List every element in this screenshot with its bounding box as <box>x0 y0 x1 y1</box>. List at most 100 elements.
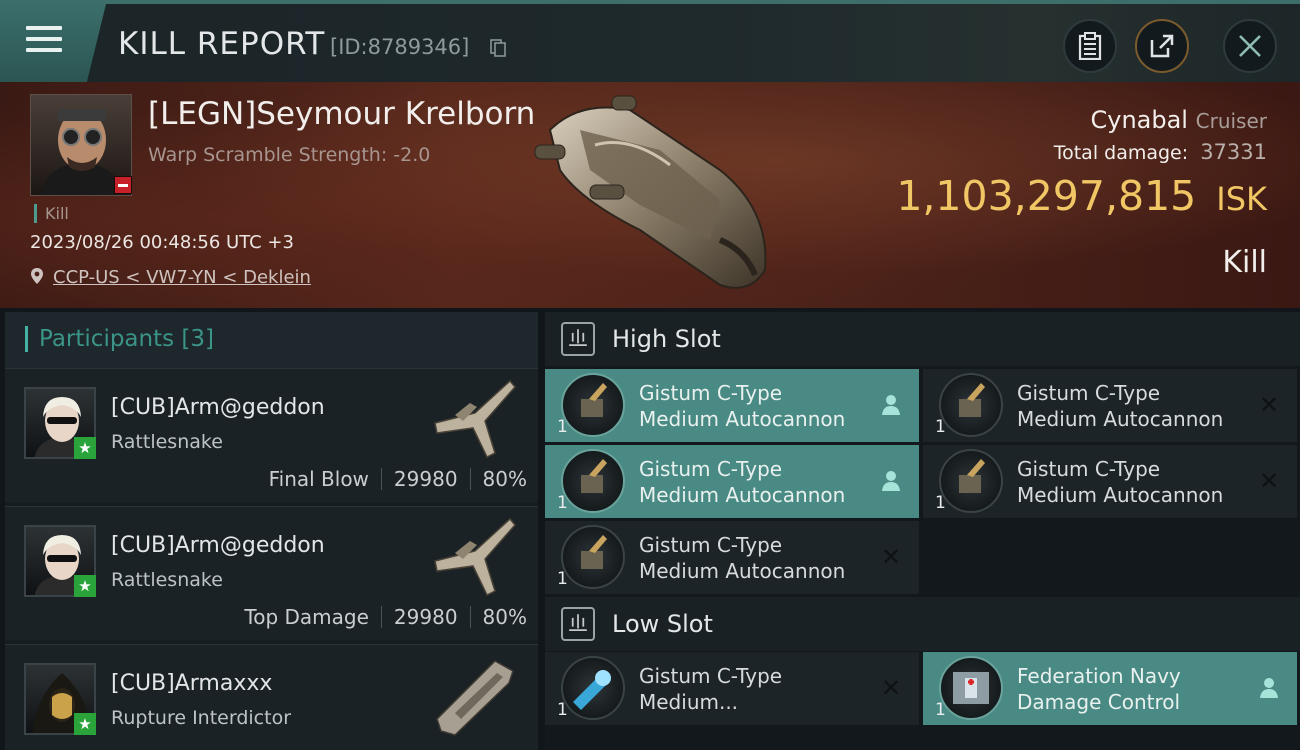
damage-control-icon <box>939 656 1003 720</box>
destroyed-icon: ✕ <box>880 674 902 702</box>
fitting-slot[interactable]: 1 Federation Navy Damage Control <box>923 652 1297 725</box>
participants-panel: Participants [3] ★ [CUB]Arm@geddon Rattl… <box>5 312 538 750</box>
participant-role: Top Damage <box>244 605 369 629</box>
module-name-line2: Medium Autocannon <box>1017 483 1224 507</box>
kill-location-link[interactable]: CCP-US < VW7-YN < Deklein <box>53 267 311 288</box>
victim-ship[interactable]: Cynabal Cruiser <box>1090 106 1267 134</box>
warp-scramble-strength: Warp Scramble Strength: -2.0 <box>148 144 431 166</box>
module-name-line1: Gistum C-Type <box>1017 381 1161 405</box>
participant-row[interactable]: ★ [CUB]Armaxxx Rupture Interdictor <box>5 644 538 750</box>
slot-quantity: 1 <box>935 417 946 437</box>
copy-icon[interactable] <box>490 39 506 57</box>
autocannon-icon <box>561 373 625 437</box>
slot-quantity: 1 <box>935 493 946 513</box>
module-name-line1: Gistum C-Type <box>639 381 783 405</box>
shield-booster-icon <box>561 656 625 720</box>
rattlesnake-ship-icon <box>434 517 516 597</box>
hostile-badge <box>114 176 132 194</box>
participant-damage: 29980 <box>393 605 458 629</box>
menu-button[interactable] <box>0 4 106 82</box>
close-icon <box>1239 35 1261 57</box>
fitting-slot[interactable]: 1 Gistum C-Type Medium Autocannon <box>545 369 919 442</box>
rattlesnake-ship-icon <box>434 379 516 459</box>
pilot-icon <box>1257 676 1281 700</box>
slot-quantity: 1 <box>557 417 568 437</box>
isk-unit: ISK <box>1216 180 1267 218</box>
clipboard-icon <box>1078 32 1102 60</box>
module-name-line2: Damage Control <box>1017 690 1181 714</box>
module-name-line2: Medium... <box>639 690 739 714</box>
participant-row[interactable]: ★ [CUB]Arm@geddon Rattlesnake Top Damage… <box>5 506 538 640</box>
star-badge: ★ <box>74 437 96 459</box>
destroyed-icon: ✕ <box>1258 467 1280 495</box>
share-button[interactable] <box>1135 19 1189 73</box>
isk-value: 1,103,297,815 ISK <box>896 172 1267 220</box>
participants-title: Participants [3] <box>39 326 214 352</box>
fitting-slot[interactable]: 1 Gistum C-Type Medium Autocannon ✕ <box>923 369 1297 442</box>
participant-role: Final Blow <box>268 467 369 491</box>
fitting-slot[interactable]: 1 Gistum C-Type Medium Autocannon ✕ <box>923 445 1297 518</box>
participant-stats: Final Blow 29980 80% <box>269 467 527 491</box>
slot-quantity: 1 <box>557 493 568 513</box>
module-name-line1: Gistum C-Type <box>639 664 783 688</box>
location-pin-icon <box>31 268 43 284</box>
rupture-ship-icon <box>436 660 514 736</box>
fitting-slot[interactable]: 1 Gistum C-Type Medium Autocannon <box>545 445 919 518</box>
slot-quantity: 1 <box>935 700 946 720</box>
page-title: KILL REPORT <box>118 26 326 62</box>
close-button[interactable] <box>1223 19 1277 73</box>
report-id: [ID:8789346] <box>330 35 470 59</box>
autocannon-icon <box>561 449 625 513</box>
fitting-slot[interactable]: 1 Gistum C-Type Medium Autocannon ✕ <box>545 521 919 594</box>
participants-header: Participants [3] <box>5 312 538 368</box>
participant-name: [CUB]Arm@geddon <box>111 533 325 558</box>
participant-name: [CUB]Arm@geddon <box>111 395 325 420</box>
total-damage-label: Total damage: <box>1053 142 1189 164</box>
autocannon-icon <box>939 449 1003 513</box>
autocannon-icon <box>939 373 1003 437</box>
participants-label: Participants <box>39 326 175 352</box>
clipboard-button[interactable] <box>1063 19 1117 73</box>
total-damage-value: 37331 <box>1200 140 1267 164</box>
autocannon-icon <box>561 525 625 589</box>
module-name-line1: Gistum C-Type <box>1017 457 1161 481</box>
total-damage: Total damage: 37331 <box>1054 140 1267 164</box>
participant-ship: Rattlesnake <box>111 431 223 453</box>
cynabal-ship-icon <box>534 95 767 289</box>
participant-percent: 80% <box>482 467 527 491</box>
destroyed-icon: ✕ <box>1258 391 1280 419</box>
participant-ship: Rattlesnake <box>111 569 223 591</box>
result-label: Kill <box>1222 245 1267 280</box>
module-name-line1: Federation Navy <box>1017 664 1181 688</box>
victim-name[interactable]: [LEGN]Seymour Krelborn <box>148 96 535 132</box>
high-slot-icon <box>561 322 595 356</box>
participant-damage: 29980 <box>393 467 458 491</box>
pilot-icon <box>879 393 903 417</box>
participant-name: [CUB]Armaxxx <box>111 671 273 696</box>
header-bar: KILL REPORT [ID:8789346] <box>0 0 1300 82</box>
low-slot-header: Low Slot <box>545 597 1300 651</box>
participant-row[interactable]: ★ [CUB]Arm@geddon Rattlesnake Final Blow… <box>5 368 538 502</box>
participant-stats: Top Damage 29980 80% <box>244 605 527 629</box>
module-name-line1: Gistum C-Type <box>639 457 783 481</box>
high-slot-header: High Slot <box>545 312 1300 366</box>
module-name-line2: Medium Autocannon <box>639 483 846 507</box>
star-badge: ★ <box>74 713 96 735</box>
pilot-icon <box>879 469 903 493</box>
fittings-panel: High Slot 1 Gistum C-Type Medium Autocan… <box>545 312 1300 750</box>
victim-ship-name: Cynabal <box>1090 106 1188 134</box>
high-slot-label: High Slot <box>612 325 721 353</box>
module-name-line2: Medium Autocannon <box>639 407 846 431</box>
star-badge: ★ <box>74 575 96 597</box>
module-name-line2: Medium Autocannon <box>639 559 846 583</box>
victim-ship-class: Cruiser <box>1195 109 1267 133</box>
kill-tag: Kill <box>34 204 69 223</box>
fitting-slot[interactable]: 1 Gistum C-Type Medium... ✕ <box>545 652 919 725</box>
participant-ship: Rupture Interdictor <box>111 707 291 729</box>
module-name-line2: Medium Autocannon <box>1017 407 1224 431</box>
share-icon <box>1150 34 1174 58</box>
kill-datetime: 2023/08/26 00:48:56 UTC +3 <box>30 232 294 253</box>
participant-percent: 80% <box>482 605 527 629</box>
low-slot-icon <box>561 607 595 641</box>
hamburger-icon <box>26 26 62 59</box>
